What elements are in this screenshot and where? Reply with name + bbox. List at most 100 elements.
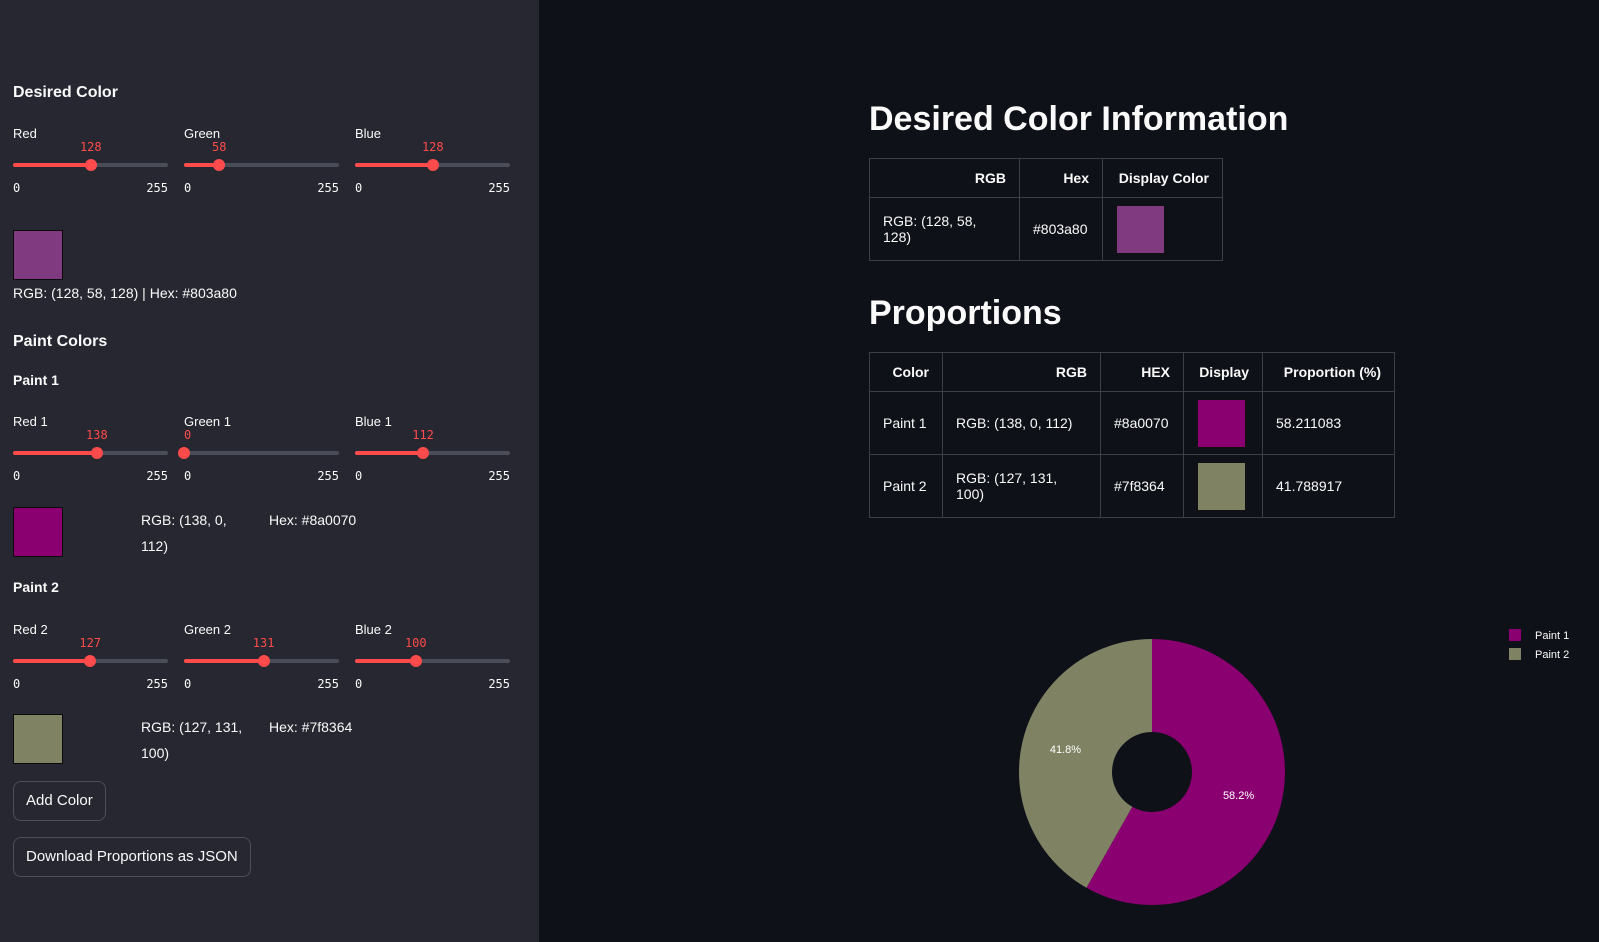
header-hex: Hex bbox=[1019, 158, 1103, 198]
desired-color-swatch bbox=[13, 230, 63, 280]
slider-max: 255 bbox=[317, 677, 339, 691]
header-display: Display bbox=[1183, 352, 1263, 392]
blue-slider[interactable]: Blue 128 0 255 bbox=[355, 126, 510, 198]
add-color-button[interactable]: Add Color bbox=[13, 781, 106, 821]
green-1-slider[interactable]: Green 1 0 0 255 bbox=[178, 414, 339, 486]
table-row: Paint 1 RGB: (138, 0, 112) #8a0070 58.21… bbox=[869, 391, 1395, 455]
header-hex: HEX bbox=[1100, 352, 1184, 392]
cell-hex: #803a80 bbox=[1019, 197, 1103, 261]
cell-color-name: Paint 2 bbox=[869, 454, 943, 518]
paint-2-hex-text: Hex: #7f8364 bbox=[269, 719, 353, 735]
slider-value: 112 bbox=[412, 428, 434, 442]
slider-min: 0 bbox=[184, 677, 192, 691]
blue-1-slider[interactable]: Blue 1 112 0 255 bbox=[355, 414, 510, 486]
slider-min: 0 bbox=[184, 469, 192, 483]
slider-min: 0 bbox=[13, 677, 21, 691]
cell-rgb: RGB: (138, 0, 112) bbox=[942, 391, 1101, 455]
slider-value: 0 bbox=[184, 428, 192, 442]
green-2-slider[interactable]: Green 2 131 0 255 bbox=[184, 622, 339, 694]
paint-2-heading: Paint 2 bbox=[13, 579, 59, 595]
slider-max: 255 bbox=[146, 677, 168, 691]
slider-min: 0 bbox=[355, 677, 363, 691]
slider-thumb[interactable] bbox=[417, 447, 430, 459]
header-color: Color bbox=[869, 352, 943, 392]
slider-min: 0 bbox=[13, 181, 21, 195]
header-rgb: RGB bbox=[869, 158, 1020, 198]
slider-value: 131 bbox=[252, 636, 275, 650]
slider-track[interactable] bbox=[355, 659, 510, 663]
slider-track[interactable] bbox=[184, 163, 339, 167]
slider-max: 255 bbox=[317, 469, 339, 483]
paint-2-swatch bbox=[13, 714, 63, 764]
green-slider[interactable]: Green 58 0 255 bbox=[184, 126, 339, 198]
legend-swatch-1[interactable] bbox=[1509, 629, 1521, 641]
slider-thumb[interactable] bbox=[213, 159, 226, 171]
color-swatch bbox=[1116, 204, 1165, 254]
slice-label-2: 41.8% bbox=[1050, 744, 1081, 756]
slider-thumb[interactable] bbox=[90, 447, 103, 459]
slider-max: 255 bbox=[488, 677, 510, 691]
slider-max: 255 bbox=[146, 469, 168, 483]
slider-label: Red 1 bbox=[13, 414, 48, 429]
slider-min: 0 bbox=[355, 181, 363, 195]
cell-display bbox=[1183, 454, 1263, 518]
slider-fill bbox=[355, 163, 433, 167]
slider-min: 0 bbox=[355, 469, 363, 483]
cell-rgb: RGB: (128, 58, 128) bbox=[869, 197, 1020, 261]
header-proportion: Proportion (%) bbox=[1262, 352, 1395, 392]
paint-1-hex-text: Hex: #8a0070 bbox=[269, 512, 357, 528]
slider-fill bbox=[355, 451, 424, 455]
slider-max: 255 bbox=[488, 181, 510, 195]
red-2-slider[interactable]: Red 2 127 0 255 bbox=[13, 622, 168, 694]
slider-value: 128 bbox=[79, 140, 102, 154]
slider-label: Green 1 bbox=[184, 414, 231, 429]
legend-label-2[interactable]: Paint 2 bbox=[1535, 649, 1569, 661]
slider-fill bbox=[13, 659, 91, 663]
paint-2-rgb-text: RGB: (127, 131, 100) bbox=[141, 719, 243, 761]
slider-min: 0 bbox=[184, 181, 192, 195]
legend-label-1[interactable]: Paint 1 bbox=[1535, 630, 1569, 642]
desired-color-text: RGB: (128, 58, 128) | Hex: #803a80 bbox=[13, 285, 237, 301]
blue-2-slider[interactable]: Blue 2 100 0 255 bbox=[355, 622, 510, 694]
slider-track[interactable] bbox=[184, 451, 339, 455]
slider-thumb[interactable] bbox=[84, 655, 97, 667]
color-swatch bbox=[1197, 398, 1246, 448]
red-slider[interactable]: Red 128 0 255 bbox=[13, 126, 168, 198]
cell-rgb: RGB: (127, 131, 100) bbox=[942, 454, 1101, 518]
cell-proportion: 41.788917 bbox=[1262, 454, 1395, 518]
desired-color-title: Desired Color Information bbox=[869, 100, 1289, 138]
slider-label: Green 2 bbox=[184, 622, 231, 637]
slider-max: 255 bbox=[488, 469, 510, 483]
slider-thumb[interactable] bbox=[426, 159, 439, 171]
slider-thumb[interactable] bbox=[178, 447, 190, 459]
color-swatch bbox=[1197, 461, 1246, 511]
proportions-title: Proportions bbox=[869, 294, 1062, 332]
slider-fill bbox=[13, 163, 91, 167]
slider-thumb[interactable] bbox=[409, 655, 422, 667]
slider-thumb[interactable] bbox=[84, 159, 97, 171]
download-json-button[interactable]: Download Proportions as JSON bbox=[13, 837, 251, 877]
header-display-color: Display Color bbox=[1102, 158, 1223, 198]
table-row: RGB: (128, 58, 128) #803a80 bbox=[869, 197, 1223, 261]
table-row: Paint 2 RGB: (127, 131, 100) #7f8364 41.… bbox=[869, 454, 1395, 518]
red-1-slider[interactable]: Red 1 138 0 255 bbox=[13, 414, 168, 486]
slider-label: Blue bbox=[355, 126, 382, 141]
legend-swatch-2[interactable] bbox=[1509, 648, 1521, 660]
cell-color-name: Paint 1 bbox=[869, 391, 943, 455]
slider-fill bbox=[13, 451, 97, 455]
paint-1-swatch bbox=[13, 507, 63, 557]
slider-max: 255 bbox=[317, 181, 339, 195]
cell-hex: #7f8364 bbox=[1100, 454, 1184, 518]
slider-min: 0 bbox=[13, 469, 21, 483]
slider-fill bbox=[184, 659, 264, 663]
slider-fill bbox=[355, 659, 416, 663]
sidebar: Desired Color Red 128 0 255 Green 58 0 2… bbox=[0, 0, 539, 942]
desired-color-heading: Desired Color bbox=[13, 84, 118, 101]
slider-track[interactable] bbox=[355, 451, 510, 455]
slider-max: 255 bbox=[146, 181, 168, 195]
slider-value: 138 bbox=[86, 428, 108, 442]
slider-value: 100 bbox=[404, 636, 427, 650]
slider-label: Green bbox=[184, 126, 221, 141]
slider-thumb[interactable] bbox=[257, 655, 270, 667]
slider-label: Blue 1 bbox=[355, 414, 392, 429]
